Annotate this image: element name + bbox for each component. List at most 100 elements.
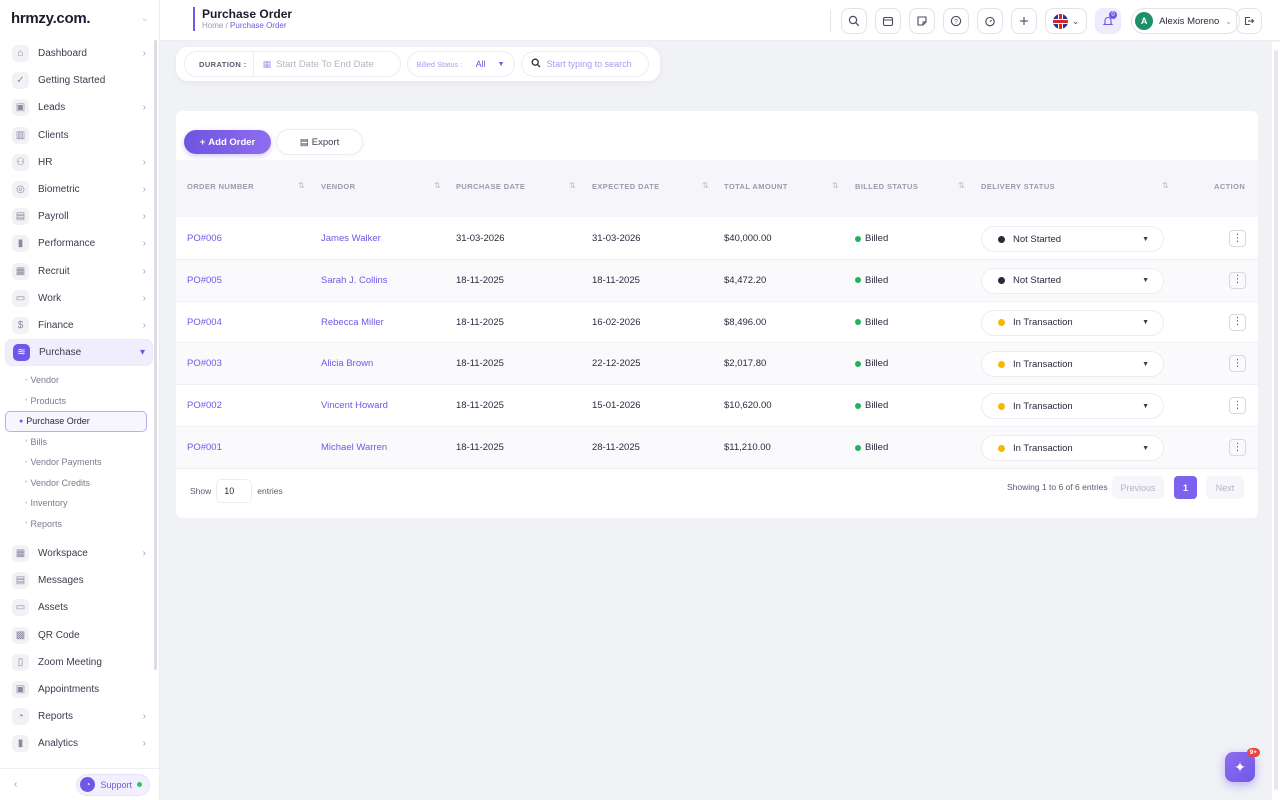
vendor-link[interactable]: James Walker xyxy=(321,233,381,244)
row-actions-icon[interactable]: ⋮ xyxy=(1229,397,1246,415)
column-header-billed-status[interactable]: BILLED STATUS xyxy=(855,182,918,191)
row-actions-icon[interactable]: ⋮ xyxy=(1229,230,1246,247)
sidebar-item-assets[interactable]: ▭ Assets xyxy=(5,594,153,621)
search-input[interactable] xyxy=(546,59,642,69)
row-actions-icon[interactable]: ⋮ xyxy=(1229,439,1246,456)
sidebar-item-reports[interactable]: ◔ Reports › xyxy=(5,703,153,730)
sidebar-item-label: QR Code xyxy=(38,629,80,641)
logo[interactable]: hrmzy.com. xyxy=(11,10,91,27)
sidebar-item-qr-code[interactable]: ▩ QR Code xyxy=(5,622,153,649)
calendar-icon[interactable] xyxy=(875,8,902,34)
sidebar-item-purchase[interactable]: ≋ Purchase ▾ xyxy=(5,339,153,367)
sidebar-item-work[interactable]: ▭ Work › xyxy=(5,285,153,312)
column-header-action[interactable]: ACTION xyxy=(1214,182,1245,191)
sort-icon[interactable]: ⇅ xyxy=(569,181,576,190)
sidebar-item-recruit[interactable]: ▦ Recruit › xyxy=(5,258,153,285)
next-page-button[interactable]: Next xyxy=(1206,476,1244,499)
column-header-order-number[interactable]: ORDER NUMBER xyxy=(187,182,254,191)
sticky-note-icon[interactable] xyxy=(909,8,936,34)
column-header-delivery-status[interactable]: DELIVERY STATUS xyxy=(981,182,1055,191)
date-range-field[interactable]: ▦ xyxy=(252,51,400,77)
logout-icon[interactable] xyxy=(1236,8,1262,34)
support-button[interactable]: ◔ Support xyxy=(76,773,150,796)
sidebar-item-hr[interactable]: ⚇ HR › xyxy=(5,149,153,176)
submenu-item-vendor-credits[interactable]: Vendor Credits xyxy=(19,473,153,494)
sidebar-item-dashboard[interactable]: ⌂ Dashboard › xyxy=(5,40,153,67)
column-header-vendor[interactable]: VENDOR xyxy=(321,182,356,191)
row-actions-icon[interactable]: ⋮ xyxy=(1229,313,1246,331)
sidebar-item-leads[interactable]: ▣ Leads › xyxy=(5,94,153,121)
submenu-item-inventory[interactable]: Inventory xyxy=(19,493,153,514)
column-header-purchase-date[interactable]: PURCHASE DATE xyxy=(456,182,525,191)
order-number-link[interactable]: PO#004 xyxy=(187,317,222,328)
breadcrumb-home[interactable]: Home xyxy=(202,21,223,30)
sidebar-item-payroll[interactable]: ▤ Payroll › xyxy=(5,203,153,230)
delivery-status-select[interactable]: In Transaction ▼ xyxy=(981,309,1164,336)
plus-icon[interactable] xyxy=(1011,8,1038,34)
row-actions-icon[interactable]: ⋮ xyxy=(1229,271,1246,289)
chevron-down-icon[interactable]: ⌄ xyxy=(141,13,149,24)
page-scrollbar[interactable] xyxy=(1272,42,1280,800)
page-1-button[interactable]: 1 xyxy=(1174,476,1197,499)
billed-status-select[interactable]: Billed Status : All ▼ xyxy=(406,51,515,77)
vendor-link[interactable]: Alicia Brown xyxy=(321,358,373,369)
delivery-status-select[interactable]: In Transaction ▼ xyxy=(981,351,1164,378)
sidebar-item-biometric[interactable]: ◎ Biometric › xyxy=(5,176,153,203)
sidebar-item-zoom-meeting[interactable]: ▯ Zoom Meeting xyxy=(5,649,153,676)
search-field[interactable] xyxy=(520,51,649,77)
vendor-link[interactable]: Michael Warren xyxy=(321,442,387,453)
table-row: PO#002 Vincent Howard 18-11-2025 15-01-2026… xyxy=(176,385,1258,427)
delivery-status-select[interactable]: Not Started ▼ xyxy=(981,267,1164,294)
notification-button[interactable]: 0 xyxy=(1095,8,1122,34)
vendor-link[interactable]: Vincent Howard xyxy=(321,400,388,411)
previous-page-button[interactable]: Previous xyxy=(1112,476,1164,499)
submenu-item-bills[interactable]: Bills xyxy=(19,432,153,453)
delivery-status-select[interactable]: In Transaction ▼ xyxy=(981,393,1164,420)
submenu-item-products[interactable]: Products xyxy=(19,391,153,412)
sort-icon[interactable]: ⇅ xyxy=(1162,181,1169,190)
sidebar-item-getting-started[interactable]: ✓ Getting Started xyxy=(5,67,153,94)
submenu-item-vendor-payments[interactable]: Vendor Payments xyxy=(19,452,153,473)
timer-icon[interactable] xyxy=(977,8,1004,34)
sidebar-scrollbar[interactable] xyxy=(154,40,157,670)
help-icon[interactable]: ? xyxy=(943,8,970,34)
row-actions-icon[interactable]: ⋮ xyxy=(1229,355,1246,373)
export-button[interactable]: ▤ Export xyxy=(276,129,363,155)
delivery-status-select[interactable]: Not Started ▼ xyxy=(981,226,1164,252)
column-header-total-amount[interactable]: TOTAL AMOUNT xyxy=(724,182,788,191)
submenu-item-reports[interactable]: Reports xyxy=(19,514,153,535)
language-selector[interactable]: ⌄ xyxy=(1045,8,1088,34)
vendor-link[interactable]: Rebecca Miller xyxy=(321,317,384,328)
chevron-right-icon: › xyxy=(142,102,146,114)
collapse-sidebar-icon[interactable]: ‹ xyxy=(14,779,17,790)
order-number-link[interactable]: PO#005 xyxy=(187,275,222,286)
sort-icon[interactable]: ⇅ xyxy=(434,181,441,190)
sidebar-item-messages[interactable]: ▤ Messages xyxy=(5,567,153,594)
sidebar-item-analytics[interactable]: ▮ Analytics › xyxy=(5,730,153,757)
sidebar-item-finance[interactable]: $ Finance › xyxy=(5,312,153,339)
sort-icon[interactable]: ⇅ xyxy=(958,181,965,190)
sort-icon[interactable]: ⇅ xyxy=(832,181,839,190)
sort-icon[interactable]: ⇅ xyxy=(298,181,305,190)
sidebar-item-workspace[interactable]: ▦ Workspace › xyxy=(5,540,153,567)
submenu-item-purchase-order[interactable]: Purchase Order xyxy=(5,411,147,432)
search-icon[interactable] xyxy=(841,8,868,34)
order-number-link[interactable]: PO#006 xyxy=(187,233,222,244)
date-range-input[interactable] xyxy=(276,58,392,70)
add-order-button[interactable]: + Add Order xyxy=(184,130,271,154)
page-size-select[interactable]: 10 xyxy=(216,479,253,503)
user-menu[interactable]: A Alexis Moreno ⌄ xyxy=(1131,8,1240,34)
submenu-item-vendor[interactable]: Vendor xyxy=(19,370,153,391)
sidebar-item-appointments[interactable]: ▣ Appointments xyxy=(5,676,153,703)
ai-assistant-button[interactable]: ✦ 9+ xyxy=(1225,748,1260,782)
order-number-link[interactable]: PO#003 xyxy=(187,358,222,369)
column-header-expected-date[interactable]: EXPECTED DATE xyxy=(592,182,660,191)
order-number-link[interactable]: PO#002 xyxy=(187,400,222,411)
vendor-link[interactable]: Sarah J. Collins xyxy=(321,275,388,286)
sidebar-item-performance[interactable]: ▮ Performance › xyxy=(5,230,153,257)
sidebar-item-clients[interactable]: ▥ Clients xyxy=(5,122,153,149)
order-number-link[interactable]: PO#001 xyxy=(187,442,222,453)
delivery-status-select[interactable]: In Transaction ▼ xyxy=(981,435,1164,461)
page-title-block: Purchase Order Home / Purchase Order xyxy=(193,7,292,31)
sort-icon[interactable]: ⇅ xyxy=(702,181,709,190)
